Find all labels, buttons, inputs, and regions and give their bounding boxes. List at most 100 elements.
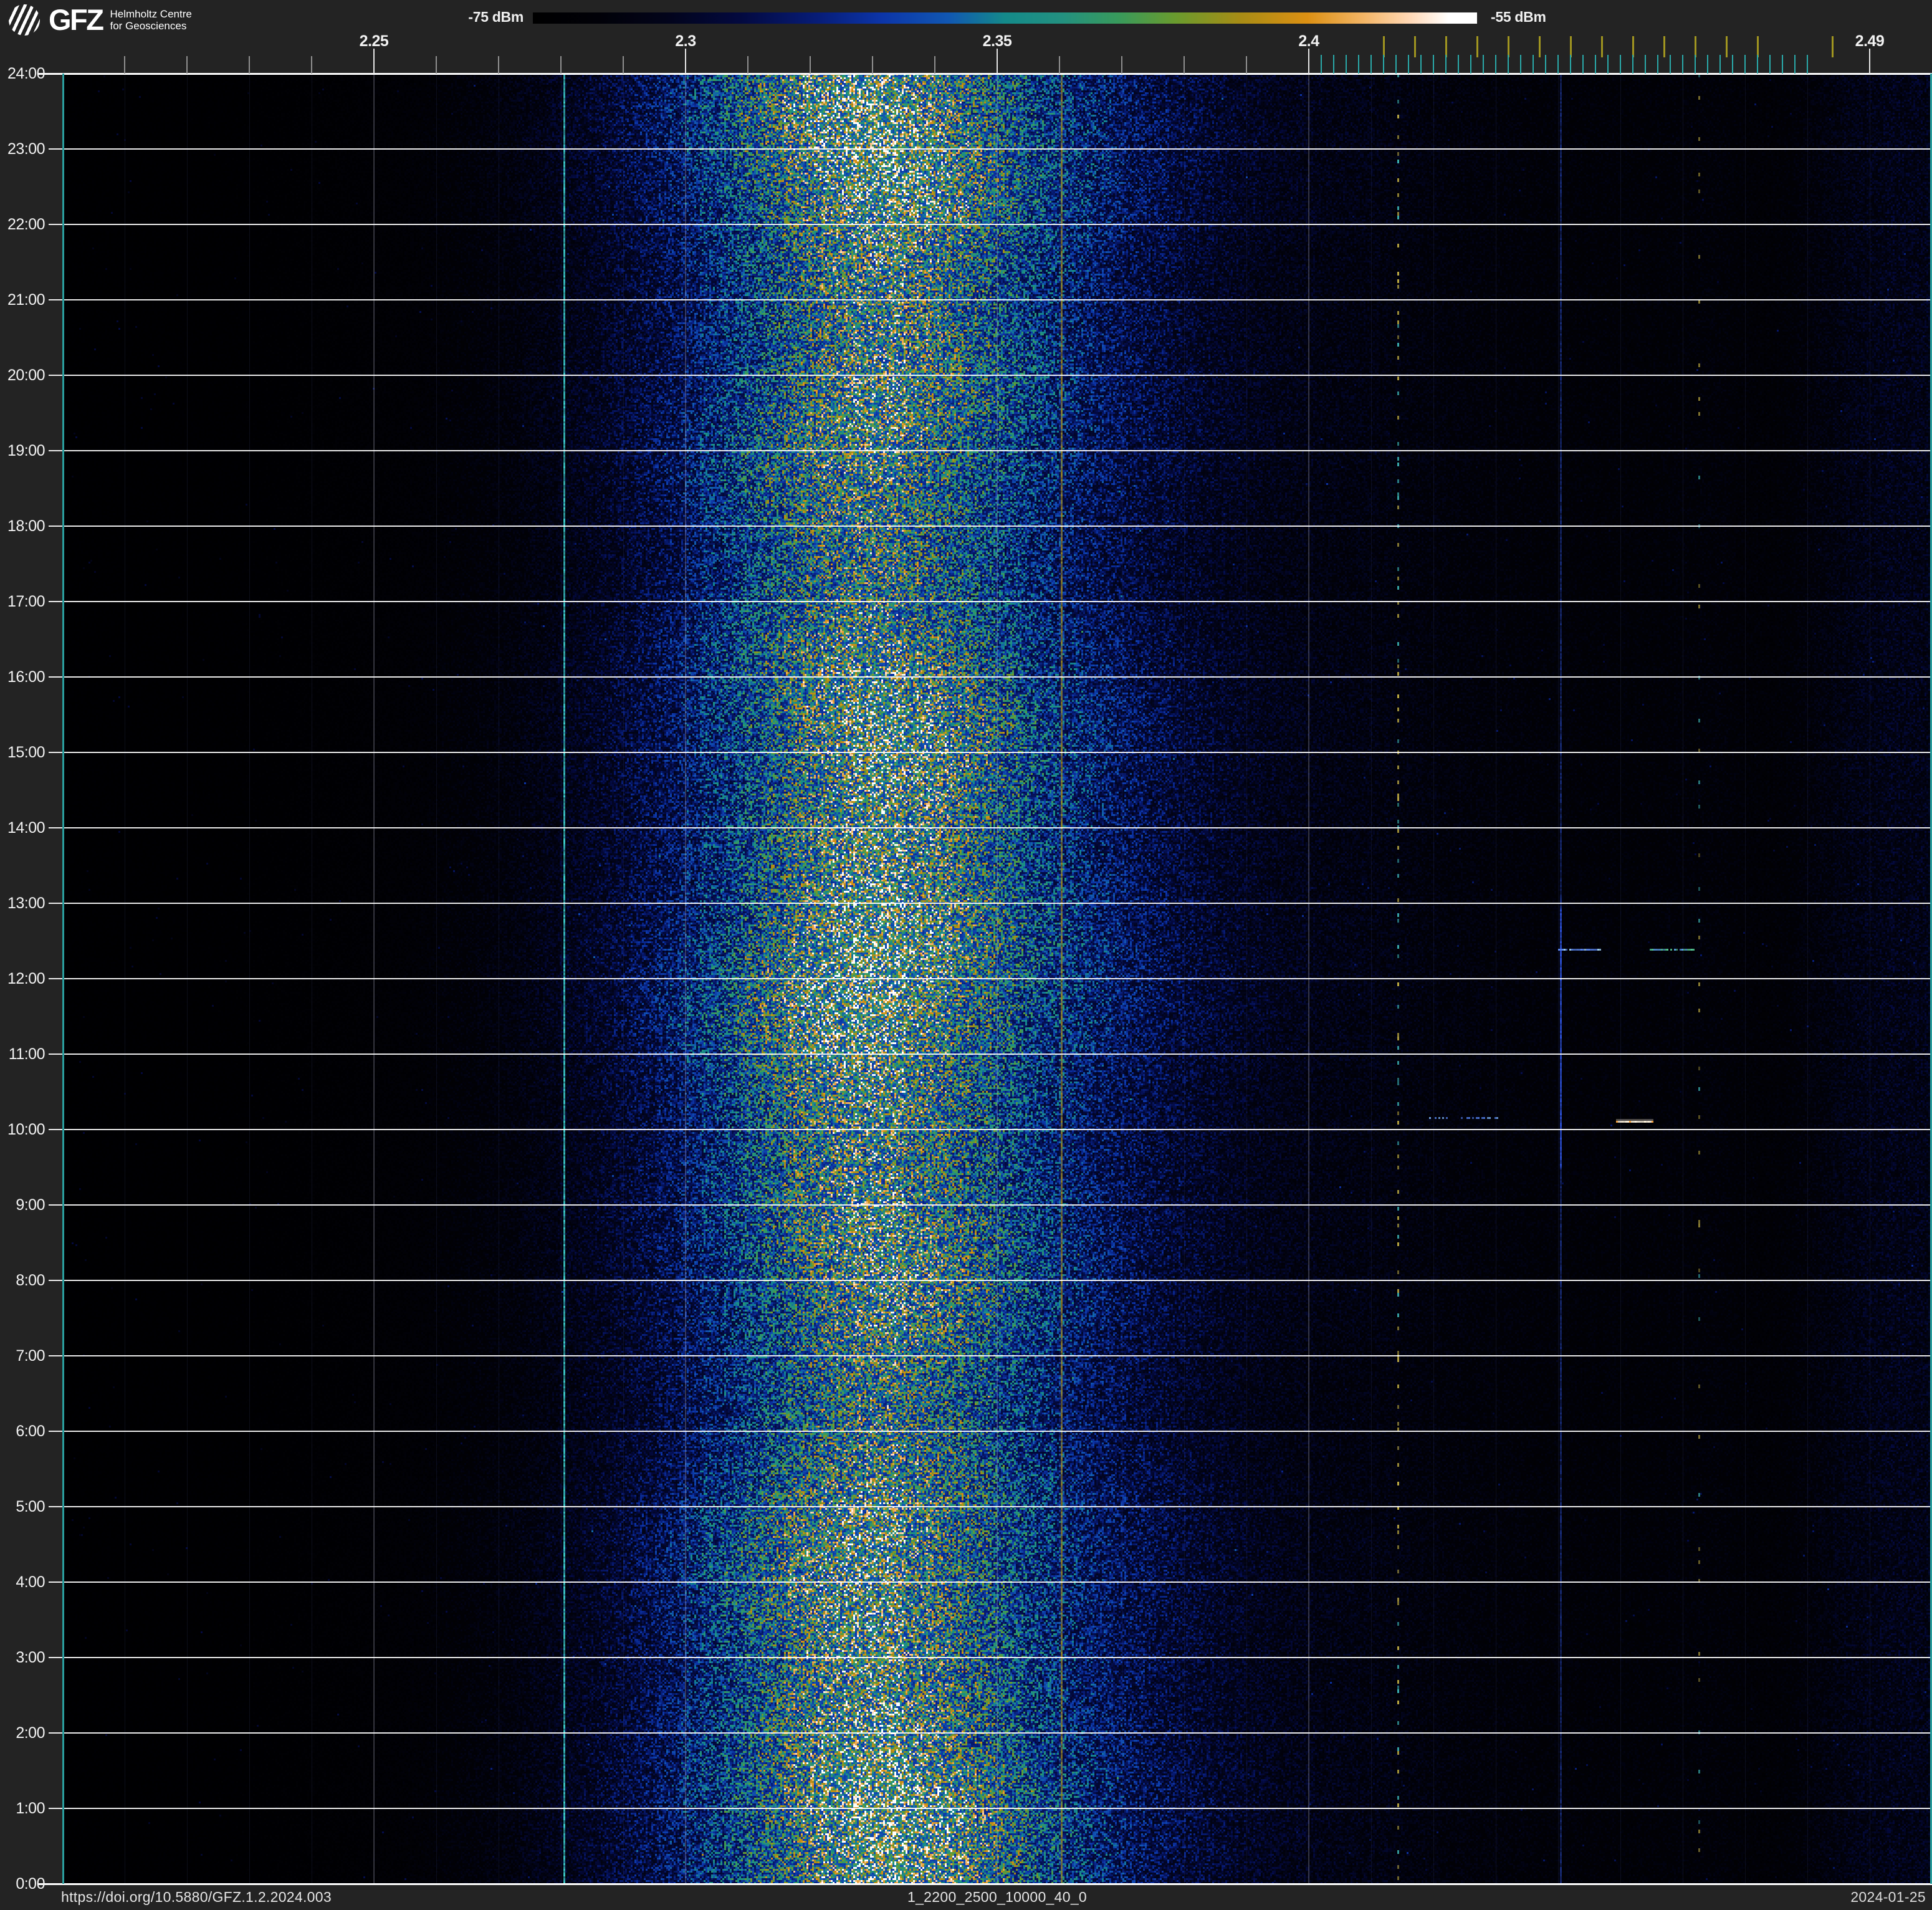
hour-label: 0:00 (16, 1875, 45, 1893)
colorbar-max-label: -55 dBm (1491, 9, 1546, 25)
ble-channel-tick (1333, 55, 1334, 74)
hour-label: 14:00 (7, 819, 45, 837)
hour-label: 5:00 (16, 1498, 45, 1515)
brand-subtitle-line1: Helmholtz Centre (110, 8, 192, 20)
ble-channel-tick (1321, 55, 1322, 74)
wifi-channel-tick (1508, 36, 1509, 57)
hour-label: 4:00 (16, 1573, 45, 1591)
hour-label: 21:00 (7, 291, 45, 309)
ble-channel-tick (1632, 55, 1633, 74)
colorbar (533, 12, 1477, 24)
wifi-channel-tick (1570, 36, 1572, 57)
ble-channel-tick (1570, 55, 1571, 74)
wifi-channel-tick (1414, 36, 1416, 57)
brand-subtitle-line2: for Geosciences (110, 20, 187, 32)
ble-channel-tick (1595, 55, 1596, 74)
ble-channel-tick (1520, 55, 1521, 74)
x-tick (1246, 56, 1247, 74)
hour-label: 7:00 (16, 1347, 45, 1365)
x-tick (1744, 56, 1746, 74)
hour-label: 2:00 (16, 1724, 45, 1742)
ble-channel-tick (1508, 55, 1509, 74)
ble-channel-tick (1445, 55, 1447, 74)
hour-label: 23:00 (7, 140, 45, 158)
hour-label: 19:00 (7, 442, 45, 459)
ble-channel-tick (1807, 55, 1808, 74)
wifi-channel-tick (1832, 36, 1834, 57)
x-tick (436, 56, 437, 74)
x-tick (1557, 56, 1559, 74)
hour-label: 3:00 (16, 1649, 45, 1666)
x-tick-labeled (997, 49, 998, 74)
x-tick (1433, 56, 1434, 74)
wifi-channel-tick (1663, 36, 1665, 57)
x-axis-label: 2.25 (359, 32, 389, 50)
x-tick (311, 56, 312, 74)
ble-channel-tick (1657, 55, 1658, 74)
ble-channel-tick (1458, 55, 1459, 74)
ble-channel-tick (1582, 55, 1584, 74)
x-tick (934, 56, 935, 74)
hour-label: 10:00 (7, 1121, 45, 1138)
dataset-filename: 1_2200_2500_10000_40_0 (907, 1889, 1087, 1905)
ble-channel-tick (1620, 55, 1621, 74)
ble-channel-tick (1370, 55, 1372, 74)
wifi-channel-tick (1601, 36, 1603, 57)
x-tick (498, 56, 499, 74)
hour-label: 11:00 (8, 1045, 45, 1063)
wifi-channel-tick (1445, 36, 1447, 57)
ble-channel-tick (1732, 55, 1733, 74)
x-tick (1620, 56, 1621, 74)
ble-channel-tick (1607, 55, 1609, 74)
x-tick-labeled (685, 49, 686, 74)
hour-label: 22:00 (7, 216, 45, 233)
hour-label: 13:00 (7, 895, 45, 912)
x-tick (249, 56, 250, 74)
ble-channel-tick (1495, 55, 1496, 74)
x-axis-label: 2.35 (982, 32, 1012, 50)
colorbar-min-label: -75 dBm (468, 9, 524, 25)
wifi-channel-tick (1726, 36, 1728, 57)
x-tick (186, 56, 188, 74)
x-tick (1682, 56, 1683, 74)
x-tick (1184, 56, 1185, 74)
hour-label: 6:00 (16, 1423, 45, 1440)
date-label: 2024-01-25 (1850, 1889, 1926, 1905)
x-tick-labeled (1308, 49, 1309, 74)
spectrogram-page: GFZ Helmholtz Centre for Geosciences -75… (0, 0, 1932, 1910)
x-tick (872, 56, 873, 74)
brand-name: GFZ (49, 3, 104, 36)
wifi-channel-tick (1539, 36, 1541, 57)
ble-channel-tick (1420, 55, 1422, 74)
x-tick-labeled (1869, 49, 1870, 74)
x-tick-labeled (373, 49, 375, 74)
hour-label: 18:00 (7, 517, 45, 535)
x-tick (1370, 56, 1372, 74)
ble-channel-tick (1483, 55, 1484, 74)
x-tick (623, 56, 624, 74)
gfz-logo: GFZ Helmholtz Centre for Geosciences (9, 4, 192, 36)
ble-channel-tick (1744, 55, 1746, 74)
x-axis-label: 2.4 (1298, 32, 1319, 50)
x-tick (124, 56, 125, 74)
hour-label: 1:00 (16, 1800, 45, 1817)
ble-channel-tick (1358, 55, 1359, 74)
ble-channel-tick (1695, 55, 1696, 74)
ble-channel-tick (1545, 55, 1546, 74)
x-axis-label: 2.49 (1855, 32, 1885, 50)
ble-channel-tick (1470, 55, 1471, 74)
ble-channel-tick (1346, 55, 1347, 74)
wifi-channel-tick (1632, 36, 1634, 57)
wifi-channel-tick (1476, 36, 1478, 57)
hour-label: 12:00 (7, 970, 45, 987)
brand-subtitle: Helmholtz Centre for Geosciences (110, 8, 191, 32)
ble-channel-tick (1782, 55, 1783, 74)
ble-channel-tick (1769, 55, 1771, 74)
wifi-channel-tick (1695, 36, 1696, 57)
wifi-channel-tick (1757, 36, 1759, 57)
ble-channel-tick (1670, 55, 1671, 74)
ble-channel-tick (1707, 55, 1708, 74)
ble-channel-tick (1682, 55, 1683, 74)
x-tick (1495, 56, 1496, 74)
hour-label: 15:00 (7, 744, 45, 761)
